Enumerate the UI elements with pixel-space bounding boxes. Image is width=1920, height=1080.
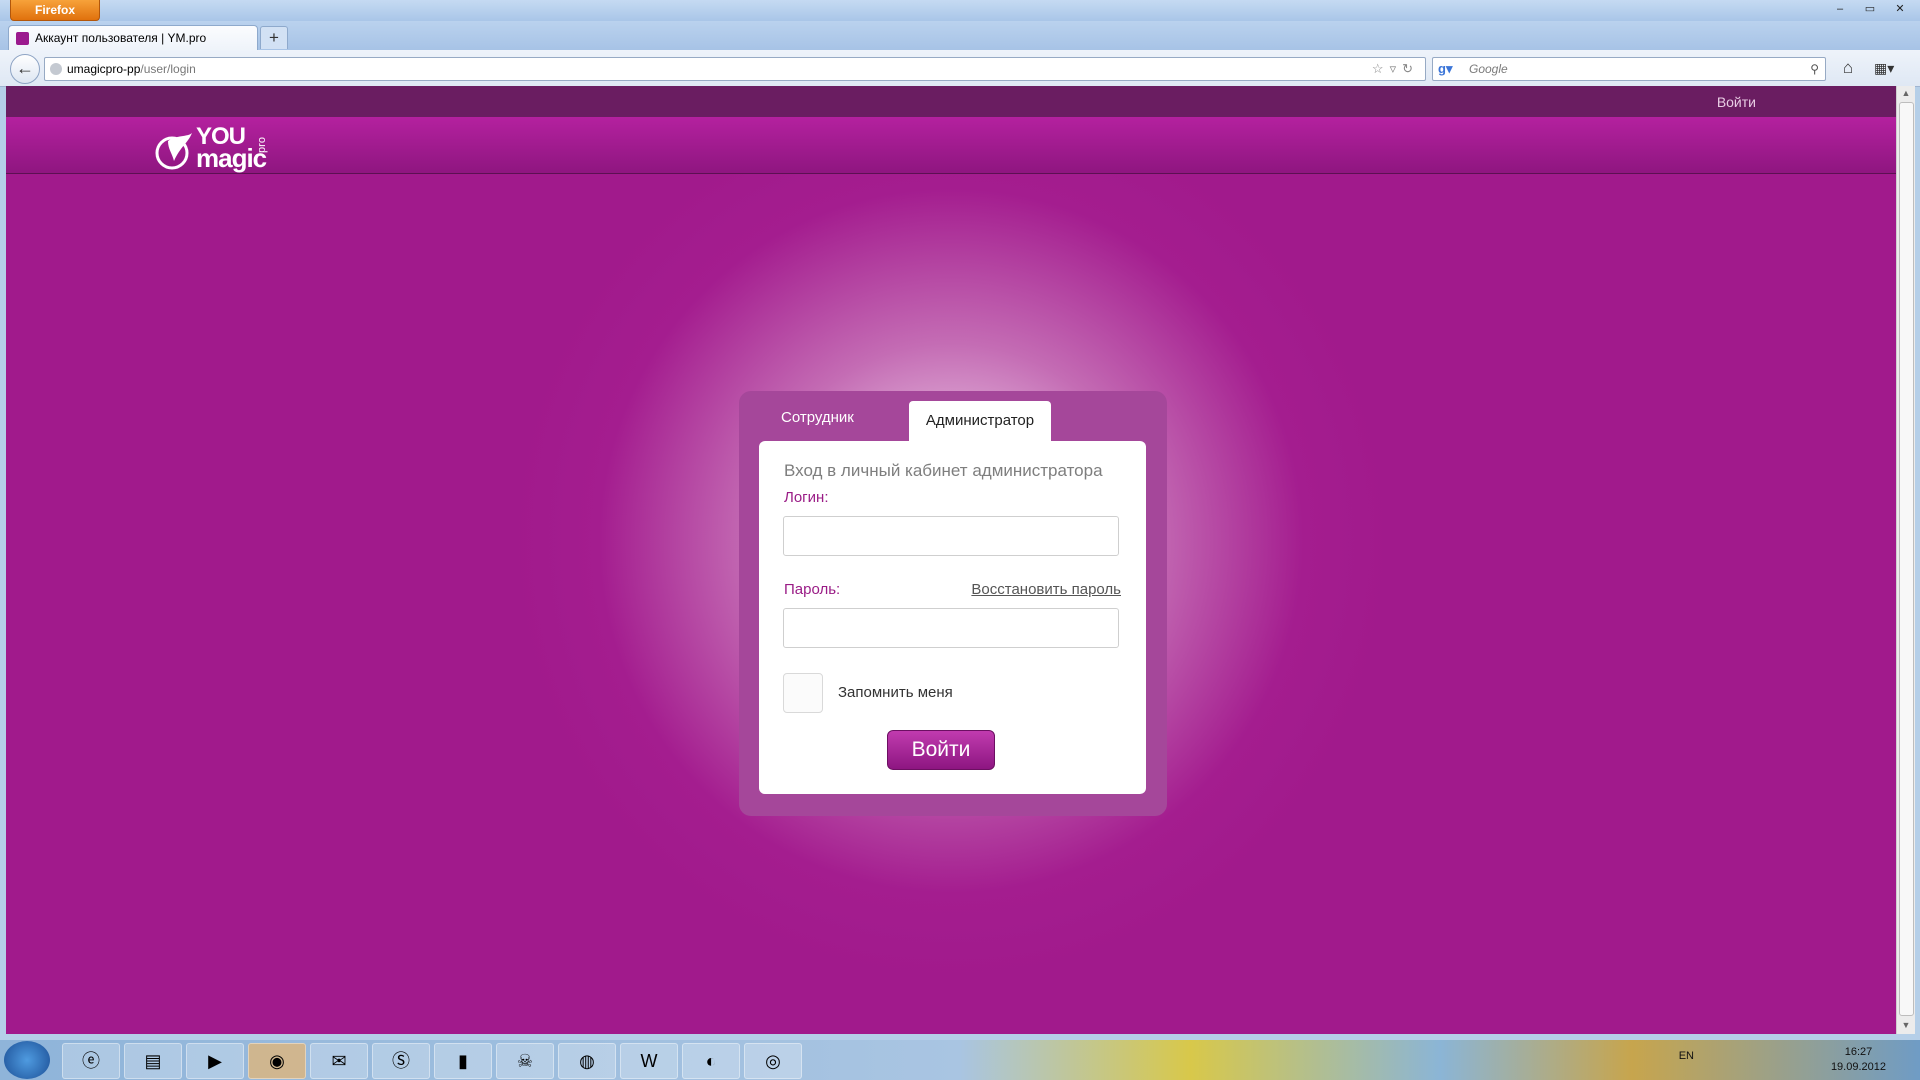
site-identity-icon[interactable]: [50, 63, 62, 75]
site-header: YOU magic pro: [6, 117, 1896, 174]
login-form: Вход в личный кабинет администратора Лог…: [759, 441, 1146, 794]
form-heading: Вход в личный кабинет администратора: [784, 461, 1103, 480]
password-input[interactable]: [783, 608, 1119, 648]
maximize-button[interactable]: ▭: [1856, 0, 1884, 18]
window-titlebar: Firefox – ▭ ✕: [0, 0, 1920, 21]
login-tabs: Сотрудник Администратор: [739, 401, 1167, 441]
login-input[interactable]: [783, 516, 1119, 556]
taskbar-cmd-icon[interactable]: ▮: [434, 1043, 492, 1079]
taskbar-lastfm-icon[interactable]: ◎: [744, 1043, 802, 1079]
clock-date: 19.09.2012: [1830, 1061, 1886, 1073]
topnav-login-link[interactable]: Войти: [1717, 86, 1756, 118]
tab-administrator[interactable]: Администратор: [909, 401, 1051, 441]
favicon-icon: [16, 32, 29, 45]
youmagic-logo[interactable]: YOU magic pro: [154, 125, 274, 173]
taskbar-network-icon[interactable]: ◍: [558, 1043, 616, 1079]
back-button[interactable]: ←: [10, 54, 40, 84]
tab-title: Аккаунт пользователя | YM.pro: [35, 31, 207, 45]
addons-icon[interactable]: ▦▾: [1874, 58, 1894, 78]
taskbar-ie-icon[interactable]: ⓔ: [62, 1043, 120, 1079]
start-button[interactable]: [4, 1041, 50, 1079]
scroll-down-icon[interactable]: ▼: [1900, 1020, 1912, 1032]
bird-logo-icon: [155, 133, 192, 170]
windows-taskbar: ⓔ ▤ ▶ ◉ ✉ Ⓢ ▮ ☠ ◍ W ◐ ◎ EN 16:27 19.09.2…: [0, 1040, 1920, 1080]
new-tab-button[interactable]: +: [260, 26, 288, 49]
close-button[interactable]: ✕: [1886, 0, 1914, 18]
taskbar-word-icon[interactable]: W: [620, 1043, 678, 1079]
url-text: umagicpro-pp/user/login: [67, 62, 196, 76]
web-page: Войти YOU magic pro Сотрудник Администра…: [6, 86, 1896, 1034]
site-topnav: Войти: [6, 86, 1896, 117]
minimize-button[interactable]: –: [1826, 0, 1854, 18]
login-box: Сотрудник Администратор Вход в личный ка…: [739, 391, 1167, 816]
tab-strip: Аккаунт пользователя | YM.pro +: [0, 21, 1920, 51]
remember-me-checkbox[interactable]: [783, 673, 823, 713]
clock[interactable]: 16:27 19.09.2012: [1831, 1045, 1886, 1075]
login-label: Логин:: [784, 489, 829, 506]
firefox-menu-button[interactable]: Firefox: [10, 0, 100, 21]
bookmark-star-icon[interactable]: ☆▿↻: [1372, 58, 1419, 80]
window-controls: – ▭ ✕: [1826, 0, 1914, 18]
taskbar-skype-icon[interactable]: Ⓢ: [372, 1043, 430, 1079]
clock-time: 16:27: [1844, 1046, 1873, 1058]
taskbar-outlook-icon[interactable]: ✉: [310, 1043, 368, 1079]
url-bar[interactable]: umagicpro-pp/user/login ☆▿↻: [44, 57, 1426, 81]
taskbar-alien-icon[interactable]: ☠: [496, 1043, 554, 1079]
search-icon[interactable]: ⚲: [1810, 58, 1819, 80]
restore-password-link[interactable]: Восстановить пароль: [971, 581, 1121, 598]
language-indicator[interactable]: EN: [1679, 1050, 1694, 1062]
login-submit-button[interactable]: Войти: [887, 730, 995, 770]
taskbar-firefox-icon[interactable]: ◉: [248, 1043, 306, 1079]
taskbar-media-player-icon[interactable]: ▶: [186, 1043, 244, 1079]
password-label: Пароль:: [784, 581, 841, 598]
tab-employee[interactable]: Сотрудник: [781, 409, 854, 426]
browser-tab[interactable]: Аккаунт пользователя | YM.pro: [8, 25, 258, 51]
search-placeholder: Google: [1469, 62, 1508, 76]
google-icon[interactable]: g▾: [1438, 62, 1452, 76]
taskbar-eclipse-icon[interactable]: ◐: [682, 1043, 740, 1079]
scrollbar-thumb[interactable]: [1899, 102, 1914, 1016]
taskbar-explorer-icon[interactable]: ▤: [124, 1043, 182, 1079]
scroll-up-icon[interactable]: ▲: [1900, 88, 1912, 100]
navigation-toolbar: ← umagicpro-pp/user/login ☆▿↻ g▾ Google …: [0, 50, 1920, 87]
home-icon[interactable]: ⌂: [1838, 58, 1858, 78]
page-scrollbar[interactable]: ▲ ▼: [1896, 86, 1915, 1034]
search-bar[interactable]: g▾ Google ⚲: [1432, 57, 1826, 81]
logo-pro: pro: [255, 137, 268, 153]
remember-me-label[interactable]: Запомнить меня: [838, 684, 953, 701]
